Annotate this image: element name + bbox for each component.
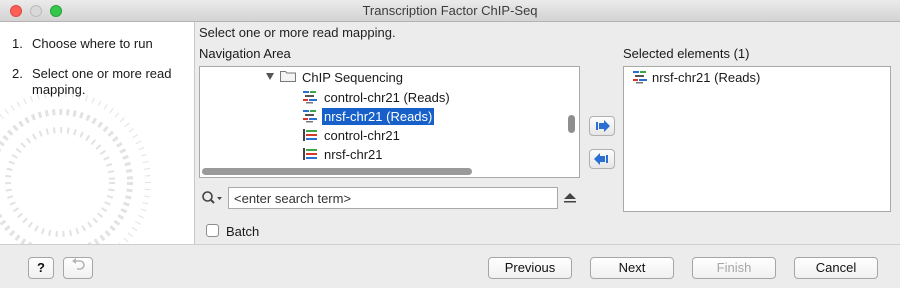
tree-item-label: nrsf-chr21 bbox=[324, 147, 383, 162]
reads-mapping-icon bbox=[633, 71, 647, 84]
horizontal-scrollbar[interactable] bbox=[200, 165, 579, 177]
add-to-selected-button[interactable] bbox=[589, 116, 615, 136]
arrow-right-icon bbox=[596, 120, 610, 132]
previous-button[interactable]: Previous bbox=[488, 257, 572, 279]
disclosure-triangle-icon[interactable] bbox=[266, 73, 274, 80]
undo-icon bbox=[72, 258, 85, 270]
next-button[interactable]: Next bbox=[590, 257, 674, 279]
tree-item-label: control-chr21 bbox=[324, 128, 400, 143]
step-number: 1. bbox=[12, 36, 23, 51]
reads-mapping-icon bbox=[303, 91, 317, 104]
help-button[interactable]: ? bbox=[28, 257, 54, 279]
selected-item-label: nrsf-chr21 (Reads) bbox=[652, 70, 761, 85]
batch-label: Batch bbox=[226, 224, 260, 239]
search-icon[interactable] bbox=[201, 190, 223, 206]
title-bar: Transcription Factor ChIP-Seq bbox=[0, 0, 900, 22]
sequence-track-icon bbox=[303, 129, 317, 141]
selected-elements-label: Selected elements (1) bbox=[623, 46, 750, 61]
reads-mapping-icon bbox=[303, 110, 317, 123]
vertical-scroll-thumb[interactable] bbox=[568, 115, 575, 133]
folder-icon bbox=[280, 71, 296, 82]
selected-item[interactable]: nrsf-chr21 (Reads) bbox=[632, 70, 760, 86]
finish-button[interactable]: Finish bbox=[692, 257, 776, 279]
navigation-tree[interactable]: ChIP Sequencing control-chr21 (Reads) nr… bbox=[199, 66, 580, 178]
horizontal-scroll-thumb[interactable] bbox=[202, 168, 472, 175]
folder-label: ChIP Sequencing bbox=[302, 70, 403, 85]
reset-button[interactable] bbox=[63, 257, 93, 279]
step-label: Choose where to run bbox=[32, 36, 153, 51]
step-number: 2. bbox=[12, 66, 23, 81]
selected-elements-list[interactable]: nrsf-chr21 (Reads) bbox=[623, 66, 891, 212]
navigation-area-label: Navigation Area bbox=[199, 46, 291, 61]
wizard-steps-panel: 1. Choose where to run 2. Select one or … bbox=[0, 22, 195, 244]
tree-item-label: nrsf-chr21 (Reads) bbox=[322, 108, 435, 125]
tree-item[interactable]: nrsf-chr21 bbox=[302, 146, 385, 164]
eject-icon[interactable] bbox=[563, 192, 577, 204]
cancel-button[interactable]: Cancel bbox=[794, 257, 878, 279]
sequence-track-icon bbox=[303, 148, 317, 160]
batch-checkbox[interactable] bbox=[206, 224, 219, 237]
footer-divider bbox=[0, 244, 900, 245]
step-description: Select one or more read mapping. bbox=[199, 25, 396, 40]
tree-item[interactable]: control-chr21 (Reads) bbox=[302, 89, 452, 107]
search-input[interactable] bbox=[228, 187, 558, 209]
remove-from-selected-button[interactable] bbox=[589, 149, 615, 169]
step-label: Select one or more read mapping. bbox=[32, 66, 172, 97]
tree-item[interactable]: control-chr21 bbox=[302, 127, 402, 145]
tree-item-label: control-chr21 (Reads) bbox=[324, 90, 450, 105]
tree-item-selected[interactable]: nrsf-chr21 (Reads) bbox=[302, 108, 435, 126]
tree-folder-chip-sequencing[interactable]: ChIP Sequencing bbox=[300, 69, 405, 87]
window-title: Transcription Factor ChIP-Seq bbox=[362, 3, 538, 18]
dna-watermark-graphic bbox=[0, 91, 151, 244]
arrow-left-icon bbox=[594, 153, 608, 165]
vertical-scrollbar[interactable] bbox=[565, 67, 577, 163]
